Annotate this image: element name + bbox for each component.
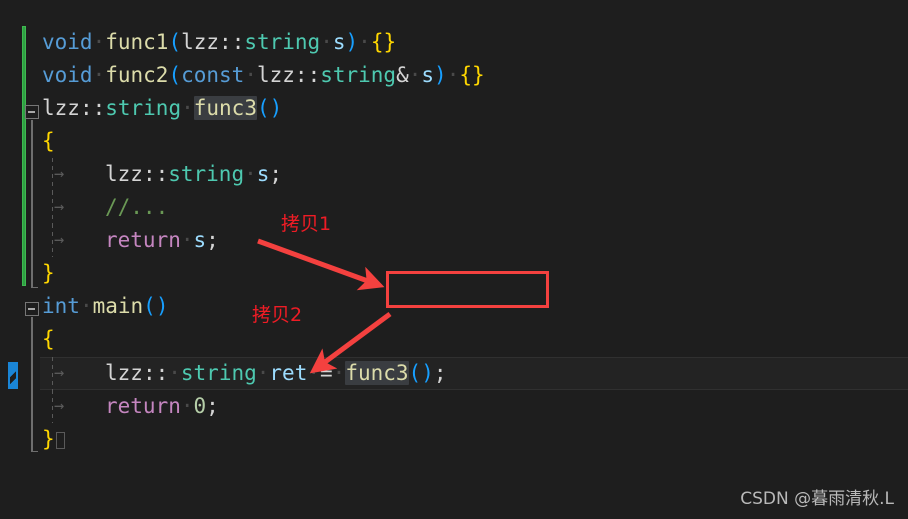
token-scope: :: [142,162,169,186]
token-lparen: ( [168,63,182,87]
token-lzz: lzz [42,96,80,120]
indent-guide [52,357,53,390]
token-string: string [105,96,182,120]
token-space-dot: · [332,361,346,385]
code-content[interactable]: void·func1(lzz::string·s)·{} void·func2(… [0,0,908,470]
token-number-zero: 0 [193,394,207,418]
token-void: void [42,63,93,87]
token-lzz: lzz [256,63,295,87]
code-line-6[interactable]: //... [105,191,168,224]
token-void: void [42,30,93,54]
token-lzz: lzz [105,361,143,385]
indent-guide [52,390,53,423]
code-line-7[interactable]: return·s; [105,224,219,257]
token-semicolon: ; [433,361,447,385]
token-space-dot: · [307,361,320,385]
tab-arrow-icon: → [54,230,65,250]
token-rparen: ) [269,96,283,120]
token-space-dot: · [244,63,257,87]
token-scope: :: [142,361,169,385]
token-scope: :: [219,30,245,54]
eof-cursor-marker [55,432,65,449]
token-space-dot: · [181,96,194,120]
token-string: string [180,361,257,385]
token-func2: func2 [105,63,169,87]
token-rparen: ) [155,294,169,318]
token-return: return [105,228,181,252]
token-lzz: lzz [181,30,220,54]
code-line-11[interactable]: lzz::·string·ret·=·func3(); [105,357,447,390]
token-space-dot: · [408,63,422,87]
token-space-dot: · [92,30,106,54]
token-var-s: s [421,63,435,87]
indent-guide [52,224,53,257]
tab-arrow-icon: → [54,363,65,383]
token-lparen: ( [256,96,270,120]
token-space-dot: · [256,361,270,385]
token-semicolon: ; [206,228,219,252]
code-line-1[interactable]: void·func1(lzz::string·s)·{} [42,26,396,59]
token-space-dot: · [180,228,194,252]
code-line-4[interactable]: { [42,125,55,158]
token-lbrace: { [42,327,55,351]
tab-arrow-icon: → [54,197,65,217]
code-line-8[interactable]: } [42,257,55,290]
token-lparen: ( [168,30,182,54]
token-func3-highlighted[interactable]: func3 [345,361,409,385]
token-lzz: lzz [105,162,143,186]
token-lbrace: { [42,129,55,153]
code-line-3[interactable]: lzz::string·func3() [42,92,282,125]
token-func1: func1 [105,30,169,54]
token-space-dot: · [168,361,181,385]
token-scope: :: [79,96,106,120]
token-var-ret: ret [269,361,308,385]
tab-arrow-icon: → [54,396,65,416]
token-func3-highlighted[interactable]: func3 [193,96,257,120]
token-scope: :: [294,63,321,87]
token-empty-body: {} [459,63,485,87]
token-var-s: s [332,30,346,54]
token-assign: = [320,361,333,385]
token-space-dot: · [320,30,333,54]
code-line-12[interactable]: return·0; [105,390,219,423]
token-lparen: ( [408,361,422,385]
token-var-s: s [193,228,207,252]
token-semicolon: ; [206,394,219,418]
code-line-10[interactable]: { [42,323,55,356]
token-main: main [92,294,144,318]
token-space-dot: · [92,63,106,87]
code-line-2[interactable]: void·func2(const·lzz::string&·s)·{} [42,59,485,92]
code-line-9[interactable]: int·main() [42,290,168,323]
token-return: return [105,394,181,418]
indent-guide [52,191,53,224]
token-space-dot: · [446,63,460,87]
token-rparen: ) [434,63,447,87]
token-rparen: ) [345,30,359,54]
code-line-13[interactable]: } [42,423,65,456]
token-const: const [181,63,245,87]
csdn-watermark: CSDN @暮雨清秋.L [740,489,894,509]
indent-guide [52,158,53,191]
token-semicolon: ; [269,162,283,186]
code-editor-screenshot: void·func1(lzz::string·s)·{} void·func2(… [0,0,908,519]
token-lparen: ( [143,294,156,318]
token-empty-body: {} [370,30,397,54]
token-rbrace: } [42,261,55,285]
token-rparen: ) [421,361,434,385]
token-ampersand: & [396,63,409,87]
token-int: int [42,294,80,318]
token-space-dot: · [79,294,93,318]
token-string: string [244,30,321,54]
code-line-5[interactable]: lzz::string·s; [105,158,282,191]
token-var-s: s [256,162,270,186]
token-space-dot: · [358,30,371,54]
token-space-dot: · [180,394,194,418]
tab-arrow-icon: → [54,164,65,184]
token-rbrace: } [42,427,55,451]
token-string: string [168,162,245,186]
token-space-dot: · [244,162,257,186]
token-string: string [320,63,397,87]
